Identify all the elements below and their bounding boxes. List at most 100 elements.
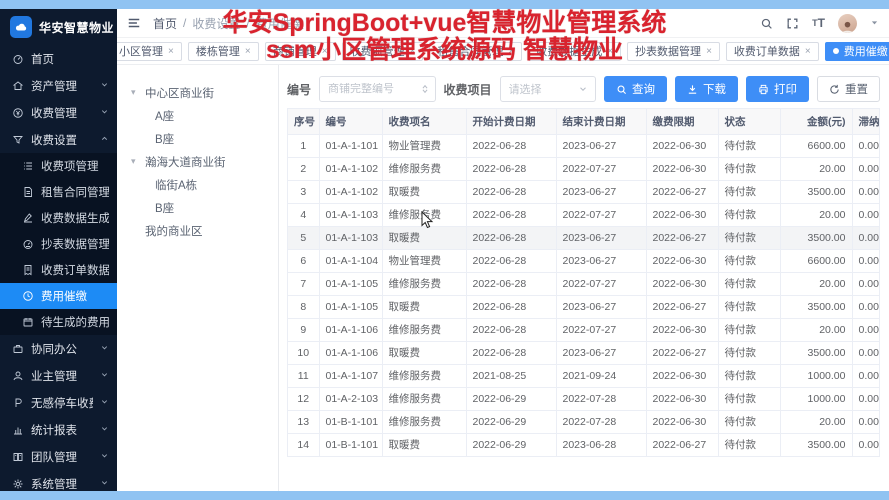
close-icon[interactable]: ×: [410, 46, 416, 57]
close-icon[interactable]: ×: [706, 46, 712, 57]
tree-leaf-B座[interactable]: B座: [131, 127, 272, 150]
tree-node-瀚海大道商业街[interactable]: ▾瀚海大道商业街: [131, 150, 272, 173]
breadcrumb-section[interactable]: 收费设置: [192, 15, 240, 32]
tab-抄表数据管理[interactable]: 抄表数据管理×: [627, 42, 720, 61]
tree-node-中心区商业街[interactable]: ▾中心区商业街: [131, 81, 272, 104]
tree-leaf-A座[interactable]: A座: [131, 104, 272, 127]
table-row[interactable]: 1101-A-1-107维修服务费2021-08-252021-09-24202…: [288, 364, 879, 387]
sidebar-subitem-租售合同管理[interactable]: 租售合同管理: [0, 179, 117, 205]
tree-leaf-B座[interactable]: B座: [131, 196, 272, 219]
reset-button[interactable]: 重置: [817, 76, 880, 102]
sidebar-subitem-抄表数据管理[interactable]: 抄表数据管理: [0, 231, 117, 257]
list-icon: [22, 160, 34, 172]
tab-收费订单数据[interactable]: 收费订单数据×: [726, 42, 819, 61]
video-letterbox-bottom: [0, 491, 889, 500]
table-row[interactable]: 301-A-1-102取暖费2022-06-282023-06-272022-0…: [288, 180, 879, 203]
tree-caret-icon[interactable]: ▾: [131, 87, 140, 98]
fee-item-select[interactable]: 请选择: [500, 76, 596, 102]
sidebar-subitem-费用催缴[interactable]: 费用催缴: [0, 283, 117, 309]
cell-结束计费日期: 2023-06-28: [556, 433, 646, 456]
close-icon[interactable]: ×: [168, 46, 174, 57]
cell-结束计费日期: 2021-09-24: [556, 364, 646, 387]
column-header-状态: 状态: [718, 109, 780, 134]
table-row[interactable]: 901-A-1-106维修服务费2022-06-282022-07-272022…: [288, 318, 879, 341]
sidebar-subitem-收费数据生成[interactable]: 收费数据生成: [0, 205, 117, 231]
sidebar-item-无感停车收费[interactable]: 无感停车收费: [0, 389, 117, 416]
cell-结束计费日期: 2023-06-27: [556, 249, 646, 272]
column-header-序号: 序号: [288, 109, 319, 134]
table-row[interactable]: 601-A-1-104物业管理费2022-06-282023-06-272022…: [288, 249, 879, 272]
sidebar-subitem-收费订单数据[interactable]: 收费订单数据: [0, 257, 117, 283]
table-row[interactable]: 701-A-1-105维修服务费2022-06-282022-07-272022…: [288, 272, 879, 295]
tab-label: 租售合同管理: [437, 43, 503, 59]
tab-租售合同管理[interactable]: 租售合同管理 ×: [429, 42, 522, 61]
column-header-结束计费日期: 结束计费日期: [556, 109, 646, 134]
close-icon[interactable]: ×: [245, 46, 251, 57]
cell-编号: 01-A-1-102: [319, 157, 382, 180]
avatar[interactable]: [838, 14, 857, 33]
table-row[interactable]: 401-A-1-103维修服务费2022-06-282022-07-272022…: [288, 203, 879, 226]
search-icon[interactable]: [760, 17, 773, 30]
search-button[interactable]: 查询: [604, 76, 667, 102]
printer-icon: [758, 84, 769, 95]
sidebar-item-收费设置[interactable]: 收费设置: [0, 126, 117, 153]
breadcrumb-home[interactable]: 首页: [153, 15, 177, 32]
tab-商铺管理[interactable]: 商铺管理×: [265, 42, 336, 61]
close-icon[interactable]: ×: [322, 46, 328, 57]
chevron-down-icon: [100, 370, 109, 382]
sidebar-item-label: 协同办公: [31, 341, 93, 357]
sidebar-item-label: 团队管理: [31, 449, 93, 465]
table-row[interactable]: 1201-A-2-103维修服务费2022-06-292022-07-28202…: [288, 387, 879, 410]
tab-费用催缴[interactable]: 费用催缴×: [825, 42, 889, 61]
caret-down-icon[interactable]: [870, 14, 879, 32]
table-row[interactable]: 1001-A-1-106取暖费2022-06-282023-06-272022-…: [288, 341, 879, 364]
close-icon[interactable]: ×: [607, 46, 613, 57]
tree-node-我的商业区[interactable]: 我的商业区: [131, 219, 272, 242]
sidebar-subitem-收费项管理[interactable]: 收费项管理: [0, 153, 117, 179]
cell-缴费限期: 2022-06-30: [646, 203, 718, 226]
topbar-actions: TT: [760, 14, 879, 33]
breadcrumb-separator: /: [246, 16, 249, 30]
download-button[interactable]: 下载: [675, 76, 738, 102]
cell-滞纳金(元): 0.00: [852, 387, 879, 410]
sidebar-item-label: 资产管理: [31, 78, 93, 94]
close-icon[interactable]: ×: [805, 46, 811, 57]
sidebar-item-团队管理[interactable]: 团队管理: [0, 443, 117, 470]
tab-小区管理[interactable]: 小区管理×: [117, 42, 182, 61]
cell-收费项名: 维修服务费: [382, 203, 466, 226]
sidebar-item-统计报表[interactable]: 统计报表: [0, 416, 117, 443]
cell-编号: 01-A-1-102: [319, 180, 382, 203]
meter-icon: [22, 238, 34, 250]
sidebar-subitem-label: 收费订单数据: [41, 262, 109, 278]
cell-状态: 待付款: [718, 134, 780, 157]
table-row[interactable]: 1401-B-1-101取暖费2022-06-292023-06-282022-…: [288, 433, 879, 456]
table-row[interactable]: 201-A-1-102维修服务费2022-06-282022-07-272022…: [288, 157, 879, 180]
table-row[interactable]: 801-A-1-105取暖费2022-06-282023-06-272022-0…: [288, 295, 879, 318]
sidebar-item-协同办公[interactable]: 协同办公: [0, 335, 117, 362]
tab-收费项管理[interactable]: 收费项管理×: [342, 42, 424, 61]
sidebar-item-系统管理[interactable]: 系统管理: [0, 470, 117, 491]
cell-滞纳金(元): 0.00: [852, 318, 879, 341]
fullscreen-icon[interactable]: [786, 17, 799, 30]
cell-开始计费日期: 2022-06-28: [466, 249, 556, 272]
table-row[interactable]: 501-A-1-103取暖费2022-06-282023-06-272022-0…: [288, 226, 879, 249]
print-button[interactable]: 打印: [746, 76, 809, 102]
hamburger-icon[interactable]: [127, 16, 141, 30]
number-input-field[interactable]: [328, 83, 413, 95]
sidebar-item-资产管理[interactable]: 资产管理: [0, 72, 117, 99]
sidebar-item-收费管理[interactable]: 收费管理: [0, 99, 117, 126]
tab-收费数据生成[interactable]: 收费数据生成×: [528, 42, 621, 61]
fontsize-icon[interactable]: TT: [812, 16, 825, 30]
tree-leaf-临街A栋[interactable]: 临街A栋: [131, 173, 272, 196]
cell-编号: 01-A-1-106: [319, 341, 382, 364]
table-row[interactable]: 101-A-1-101物业管理费2022-06-282023-06-272022…: [288, 134, 879, 157]
cell-滞纳金(元): 0.00: [852, 433, 879, 456]
tree-caret-icon[interactable]: ▾: [131, 156, 140, 167]
tab-楼栋管理[interactable]: 楼栋管理×: [188, 42, 259, 61]
sidebar-item-首页[interactable]: 首页: [0, 45, 117, 72]
number-input[interactable]: [319, 76, 436, 102]
close-icon[interactable]: ×: [508, 46, 514, 57]
sidebar-subitem-待生成的费用[interactable]: 待生成的费用: [0, 309, 117, 335]
sidebar-item-业主管理[interactable]: 业主管理: [0, 362, 117, 389]
table-row[interactable]: 1301-B-1-101维修服务费2022-06-292022-07-28202…: [288, 410, 879, 433]
